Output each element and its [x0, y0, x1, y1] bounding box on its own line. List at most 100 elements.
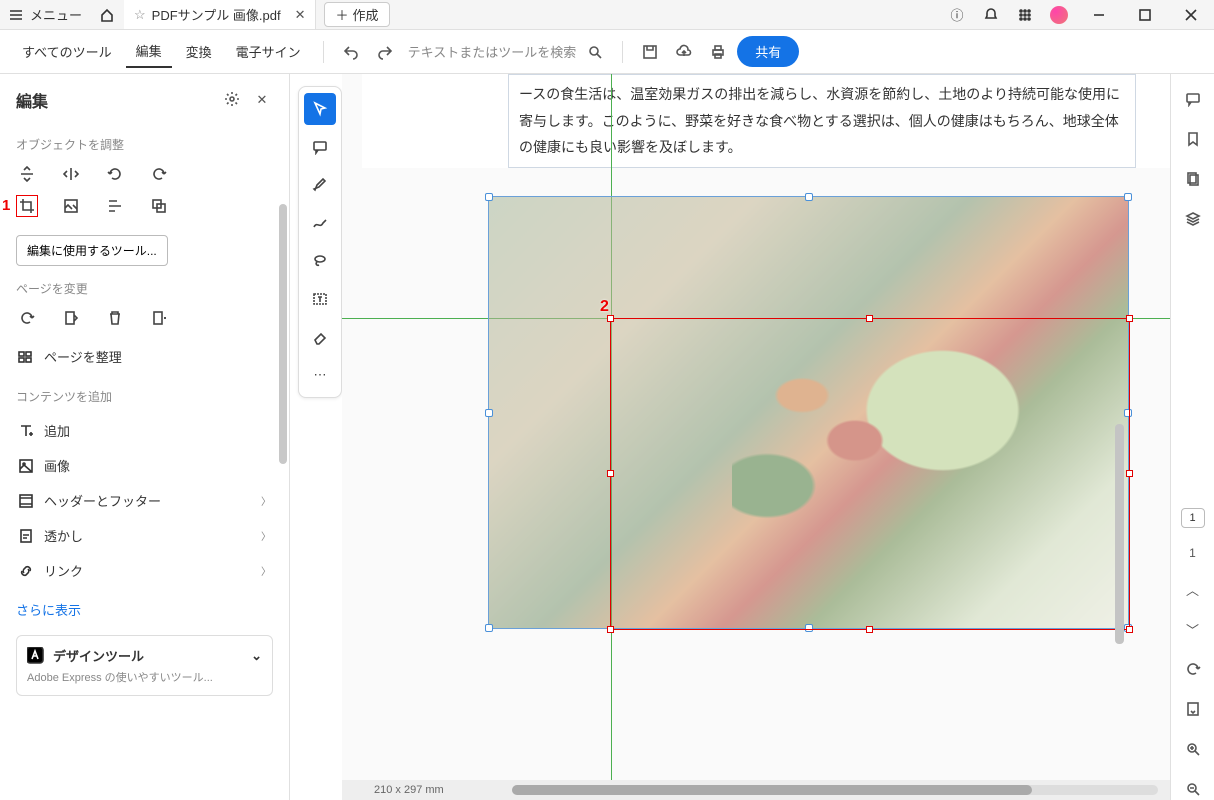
- chevron-right-icon: 〉: [261, 528, 271, 543]
- resize-handle-bl[interactable]: [485, 624, 493, 632]
- resize-handle-tr[interactable]: [1124, 193, 1132, 201]
- crop-handle-bl[interactable]: [607, 626, 614, 633]
- crop-handle-l[interactable]: [607, 470, 614, 477]
- resize-handle-tl[interactable]: [485, 193, 493, 201]
- panel-close-button[interactable]: ✕: [251, 92, 273, 108]
- flip-vertical-button[interactable]: [16, 163, 38, 185]
- paragraph-text[interactable]: ースの食生活は、温室効果ガスの排出を減らし、水資源を節約し、土地のより持続可能な…: [508, 74, 1136, 168]
- add-text-button[interactable]: 追加: [16, 413, 273, 448]
- add-image-button[interactable]: 画像: [16, 448, 273, 483]
- left-panel: 編集 ✕ オブジェクトを調整 1 編集に使用するツール... ページを変更: [0, 74, 290, 800]
- zoom-in-button[interactable]: [1182, 738, 1204, 760]
- tab-convert[interactable]: 変換: [176, 36, 222, 67]
- comment-icon: [312, 139, 328, 155]
- redo-button[interactable]: [370, 37, 400, 67]
- select-tool[interactable]: [304, 93, 336, 125]
- annotation-1: 1: [2, 197, 10, 214]
- account-button[interactable]: [1042, 0, 1076, 29]
- section-add-content: コンテンツを追加: [16, 388, 273, 405]
- replace-image-button[interactable]: [60, 195, 82, 217]
- flip-horizontal-button[interactable]: [60, 163, 82, 185]
- layers-panel-button[interactable]: [1182, 208, 1204, 230]
- edit-tools-button[interactable]: 編集に使用するツール...: [16, 235, 168, 266]
- page-down-button[interactable]: ﹀: [1182, 618, 1204, 640]
- crop-handle-r[interactable]: [1126, 470, 1133, 477]
- page-dimensions: 210 x 297 mm: [374, 784, 444, 796]
- delete-page-button[interactable]: [104, 307, 126, 329]
- hamburger-menu[interactable]: メニュー: [0, 0, 90, 29]
- lasso-tool[interactable]: [304, 245, 336, 277]
- maximize-button[interactable]: [1122, 0, 1168, 29]
- new-tab-button[interactable]: ＋ 作成: [324, 2, 389, 27]
- selected-image[interactable]: 2: [488, 196, 1129, 629]
- crop-handle-t[interactable]: [866, 315, 873, 322]
- save-button[interactable]: [635, 37, 665, 67]
- tab-title: PDFサンプル 画像.pdf: [152, 5, 281, 24]
- insert-page-button[interactable]: [148, 307, 170, 329]
- show-more-link[interactable]: さらに表示: [16, 600, 273, 619]
- crop-button[interactable]: [16, 195, 38, 217]
- crop-region[interactable]: [610, 318, 1130, 630]
- align-button[interactable]: [104, 195, 126, 217]
- left-panel-scrollbar[interactable]: [279, 204, 287, 464]
- comment-tool[interactable]: [304, 131, 336, 163]
- draw-tool[interactable]: [304, 207, 336, 239]
- tab-edit[interactable]: 編集: [126, 35, 172, 68]
- cloud-button[interactable]: [669, 37, 699, 67]
- document-tab[interactable]: ☆ PDFサンプル 画像.pdf ✕: [124, 0, 316, 29]
- watermark-button[interactable]: 透かし 〉: [16, 518, 273, 553]
- crop-handle-tl[interactable]: [607, 315, 614, 322]
- resize-handle-l[interactable]: [485, 409, 493, 417]
- resize-handle-t[interactable]: [805, 193, 813, 201]
- minimize-button[interactable]: [1076, 0, 1122, 29]
- organize-pages-button[interactable]: ページを整理: [16, 339, 273, 374]
- comments-panel-button[interactable]: [1182, 88, 1204, 110]
- textbox-tool[interactable]: [304, 283, 336, 315]
- page-input[interactable]: 1: [1181, 508, 1205, 528]
- rotate-page-button[interactable]: [16, 307, 38, 329]
- highlight-tool[interactable]: [304, 169, 336, 201]
- search-placeholder[interactable]: テキストまたはツールを検索: [408, 42, 577, 61]
- rotate-ccw-button[interactable]: [104, 163, 126, 185]
- fit-page-button[interactable]: [1182, 698, 1204, 720]
- vscroll-thumb[interactable]: [1115, 424, 1124, 644]
- share-button[interactable]: 共有: [737, 36, 799, 67]
- eraser-tool[interactable]: [304, 321, 336, 353]
- redo-icon: [377, 44, 393, 60]
- tab-close-button[interactable]: ✕: [295, 7, 306, 23]
- document-canvas[interactable]: ースの食生活は、温室効果ガスの排出を減らし、水資源を節約し、土地のより持続可能な…: [342, 74, 1170, 800]
- rotate-view-button[interactable]: [1182, 658, 1204, 680]
- hscroll-thumb[interactable]: [512, 785, 1032, 795]
- pages-panel-button[interactable]: [1182, 168, 1204, 190]
- link-button[interactable]: リンク 〉: [16, 553, 273, 588]
- watermark-label: 透かし: [44, 526, 83, 545]
- extract-page-button[interactable]: [60, 307, 82, 329]
- page-up-button[interactable]: ︿: [1182, 578, 1204, 600]
- design-tools-card[interactable]: デザインツール ⌄ Adobe Express の使いやすいツール...: [16, 635, 273, 696]
- more-tools[interactable]: ⋯: [304, 359, 336, 391]
- tab-esign[interactable]: 電子サイン: [226, 36, 311, 67]
- comment-icon: [1185, 91, 1201, 107]
- close-window-button[interactable]: [1168, 0, 1214, 29]
- arrange-button[interactable]: [148, 195, 170, 217]
- notifications-button[interactable]: [974, 0, 1008, 29]
- rotate-cw-button[interactable]: [148, 163, 170, 185]
- home-icon: [99, 7, 115, 23]
- section-change-page: ページを変更: [16, 280, 273, 297]
- search-button[interactable]: [580, 37, 610, 67]
- crop-handle-tr[interactable]: [1126, 315, 1133, 322]
- panel-settings-button[interactable]: [221, 91, 243, 110]
- crop-handle-br[interactable]: [1126, 626, 1133, 633]
- apps-button[interactable]: [1008, 0, 1042, 29]
- annotation-2: 2: [600, 298, 609, 316]
- bookmarks-panel-button[interactable]: [1182, 128, 1204, 150]
- home-button[interactable]: [90, 0, 124, 29]
- help-button[interactable]: ⓘ: [940, 0, 974, 29]
- tab-all-tools[interactable]: すべてのツール: [12, 36, 122, 67]
- undo-icon: [343, 44, 359, 60]
- undo-button[interactable]: [336, 37, 366, 67]
- crop-handle-b[interactable]: [866, 626, 873, 633]
- zoom-out-button[interactable]: [1182, 778, 1204, 800]
- header-footer-button[interactable]: ヘッダーとフッター 〉: [16, 483, 273, 518]
- print-button[interactable]: [703, 37, 733, 67]
